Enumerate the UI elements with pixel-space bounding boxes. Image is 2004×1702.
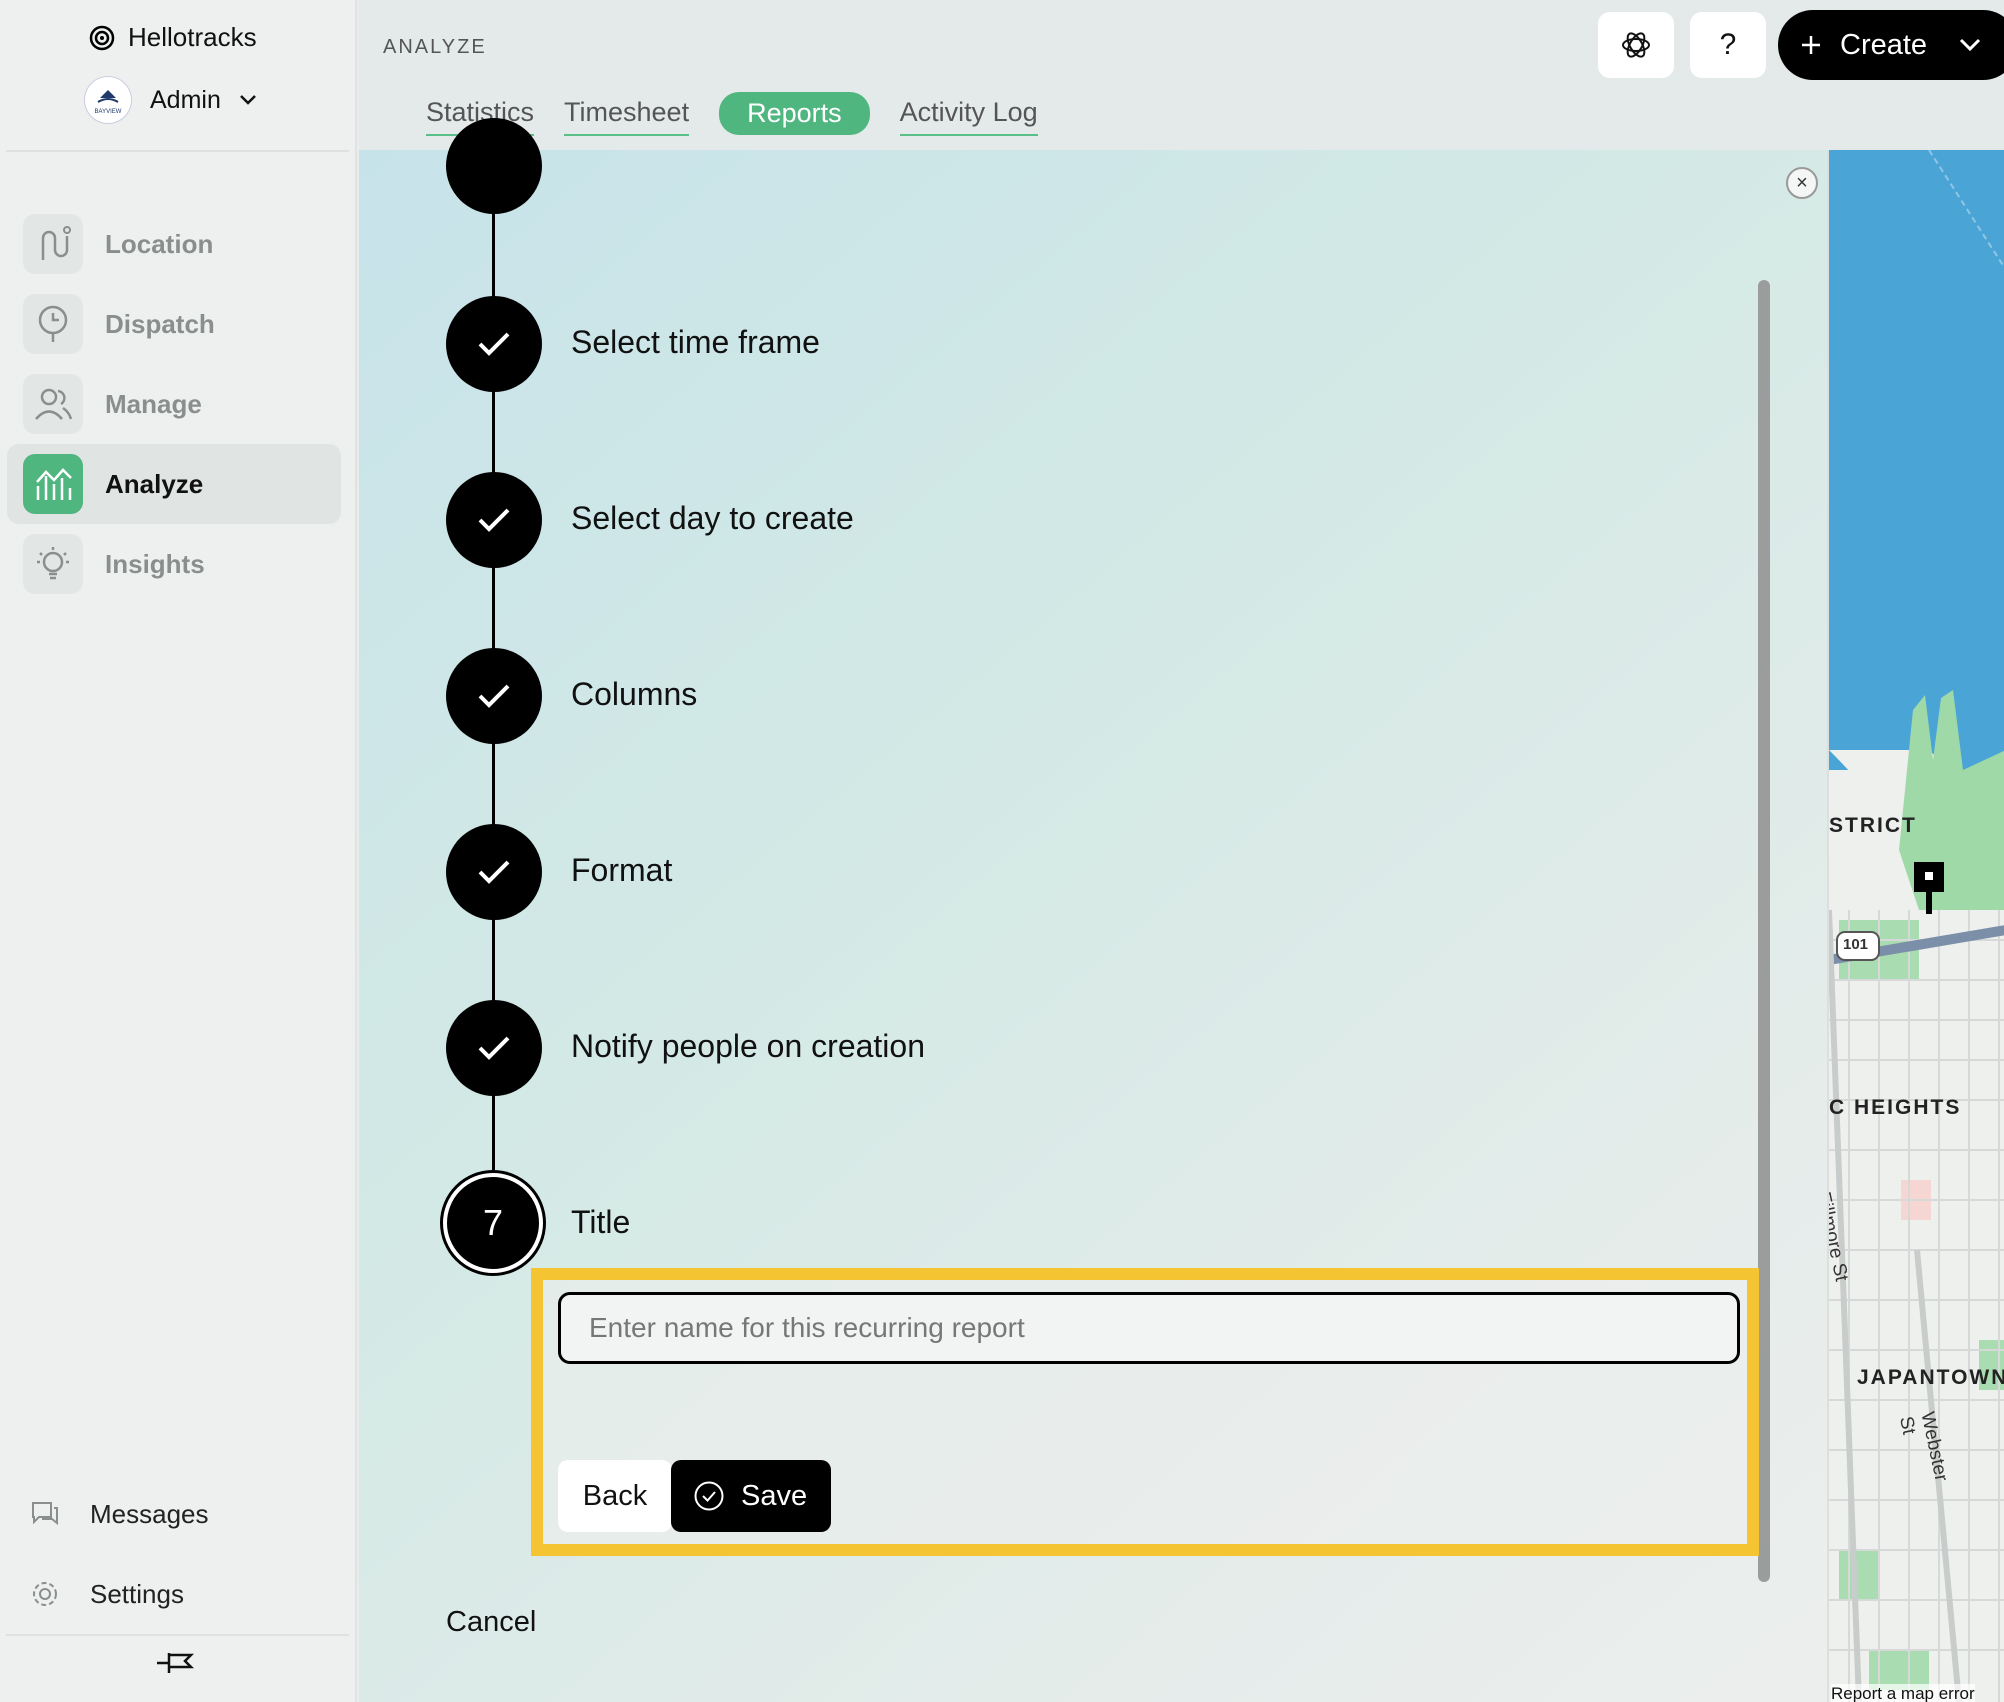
account-name: Admin — [150, 85, 221, 114]
save-button[interactable]: Save — [671, 1460, 831, 1532]
create-button[interactable]: Create — [1778, 10, 2004, 80]
report-map-error-link[interactable]: Report a map error — [1831, 1684, 1975, 1702]
plus-icon — [1802, 36, 1820, 54]
highway-shield: 101 — [1843, 936, 1869, 953]
hellotracks-logo-icon — [89, 25, 115, 50]
sidebar-item-settings[interactable]: Settings — [30, 1554, 350, 1634]
step-complete-check-icon[interactable] — [446, 648, 542, 744]
step-label[interactable]: Format — [571, 852, 672, 889]
scrollbar[interactable] — [1758, 280, 1770, 1582]
step-complete-check-icon[interactable] — [446, 296, 542, 392]
route-icon — [23, 214, 83, 274]
account-switcher[interactable]: BAYVIEW Admin — [84, 76, 257, 124]
sidebar-item-manage[interactable]: Manage — [7, 364, 341, 444]
step-complete-check-icon[interactable] — [446, 1000, 542, 1096]
section-title: ANALYZE — [383, 36, 487, 58]
sidebar-item-label: Dispatch — [105, 308, 215, 339]
openai-icon — [1622, 32, 1650, 58]
save-label: Save — [741, 1479, 808, 1512]
brand-name: Hellotracks — [128, 22, 257, 52]
sidebar: Hellotracks BAYVIEW Admin Location Dispa… — [0, 0, 357, 1702]
step-label[interactable]: Select day to create — [571, 500, 854, 537]
sidebar-item-label: Location — [105, 228, 214, 259]
report-title-input[interactable] — [558, 1292, 1740, 1364]
chat-icon — [32, 1502, 58, 1526]
map-label-district: STRICT — [1829, 814, 1917, 837]
cancel-button[interactable]: Cancel — [446, 1606, 536, 1639]
help-button[interactable]: ? — [1690, 12, 1766, 78]
step-complete-check-icon[interactable] — [446, 472, 542, 568]
step-label[interactable]: Notify people on creation — [571, 1028, 925, 1065]
tab-reports[interactable]: Reports — [719, 92, 870, 135]
sidebar-item-label: Manage — [105, 388, 202, 419]
people-icon — [23, 374, 83, 434]
create-label: Create — [1840, 28, 1928, 61]
sidebar-item-dispatch[interactable]: Dispatch — [7, 284, 341, 364]
close-icon[interactable]: × — [1786, 167, 1818, 199]
avatar: BAYVIEW — [84, 76, 132, 124]
tab-timesheet[interactable]: Timesheet — [564, 91, 690, 136]
sidebar-divider — [6, 150, 349, 152]
step-circle-previous — [446, 118, 542, 214]
sidebar-item-label: Messages — [90, 1498, 209, 1529]
step-label[interactable]: Select time frame — [571, 324, 820, 361]
chevron-down-icon[interactable] — [1959, 38, 1981, 52]
map-label-japantown: JAPANTOWN — [1857, 1366, 2004, 1389]
step-label[interactable]: Columns — [571, 676, 697, 713]
company-logo-icon: BAYVIEW — [95, 90, 122, 115]
bottom-nav: Messages Settings — [30, 1474, 350, 1634]
help-icon: ? — [1719, 28, 1737, 61]
sidebar-item-insights[interactable]: Insights — [7, 524, 341, 604]
brand[interactable]: Hellotracks — [88, 22, 257, 53]
map-view[interactable]: STRICT 101 C HEIGHTS Fillmore St JAPANTO… — [1827, 150, 2004, 1702]
chart-icon — [23, 454, 83, 514]
sidebar-divider — [6, 1634, 349, 1636]
sidebar-item-label: Analyze — [105, 468, 204, 499]
lightbulb-icon — [23, 534, 83, 594]
sidebar-item-label: Insights — [105, 548, 205, 579]
step-complete-check-icon[interactable] — [446, 824, 542, 920]
gear-icon — [33, 1582, 57, 1606]
svg-text:BAYVIEW: BAYVIEW — [95, 109, 122, 115]
tab-activity-log[interactable]: Activity Log — [899, 91, 1038, 136]
sidebar-item-label: Settings — [90, 1578, 184, 1609]
pin-sidebar-icon[interactable] — [155, 1648, 195, 1678]
dispatch-icon — [23, 294, 83, 354]
check-circle-icon — [694, 1481, 724, 1511]
step-number-current: 7 — [443, 1173, 543, 1273]
sidebar-item-analyze[interactable]: Analyze — [7, 444, 341, 524]
chevron-down-icon — [239, 95, 256, 105]
sidebar-item-location[interactable]: Location — [7, 204, 341, 284]
main-nav: Location Dispatch Manage Analyze Insight… — [7, 204, 341, 604]
back-button[interactable]: Back — [558, 1460, 672, 1532]
ai-assistant-button[interactable] — [1598, 12, 1674, 78]
step-label-title: Title — [571, 1204, 631, 1240]
sidebar-item-messages[interactable]: Messages — [30, 1474, 350, 1554]
map-label-heights: C HEIGHTS — [1829, 1096, 1962, 1119]
